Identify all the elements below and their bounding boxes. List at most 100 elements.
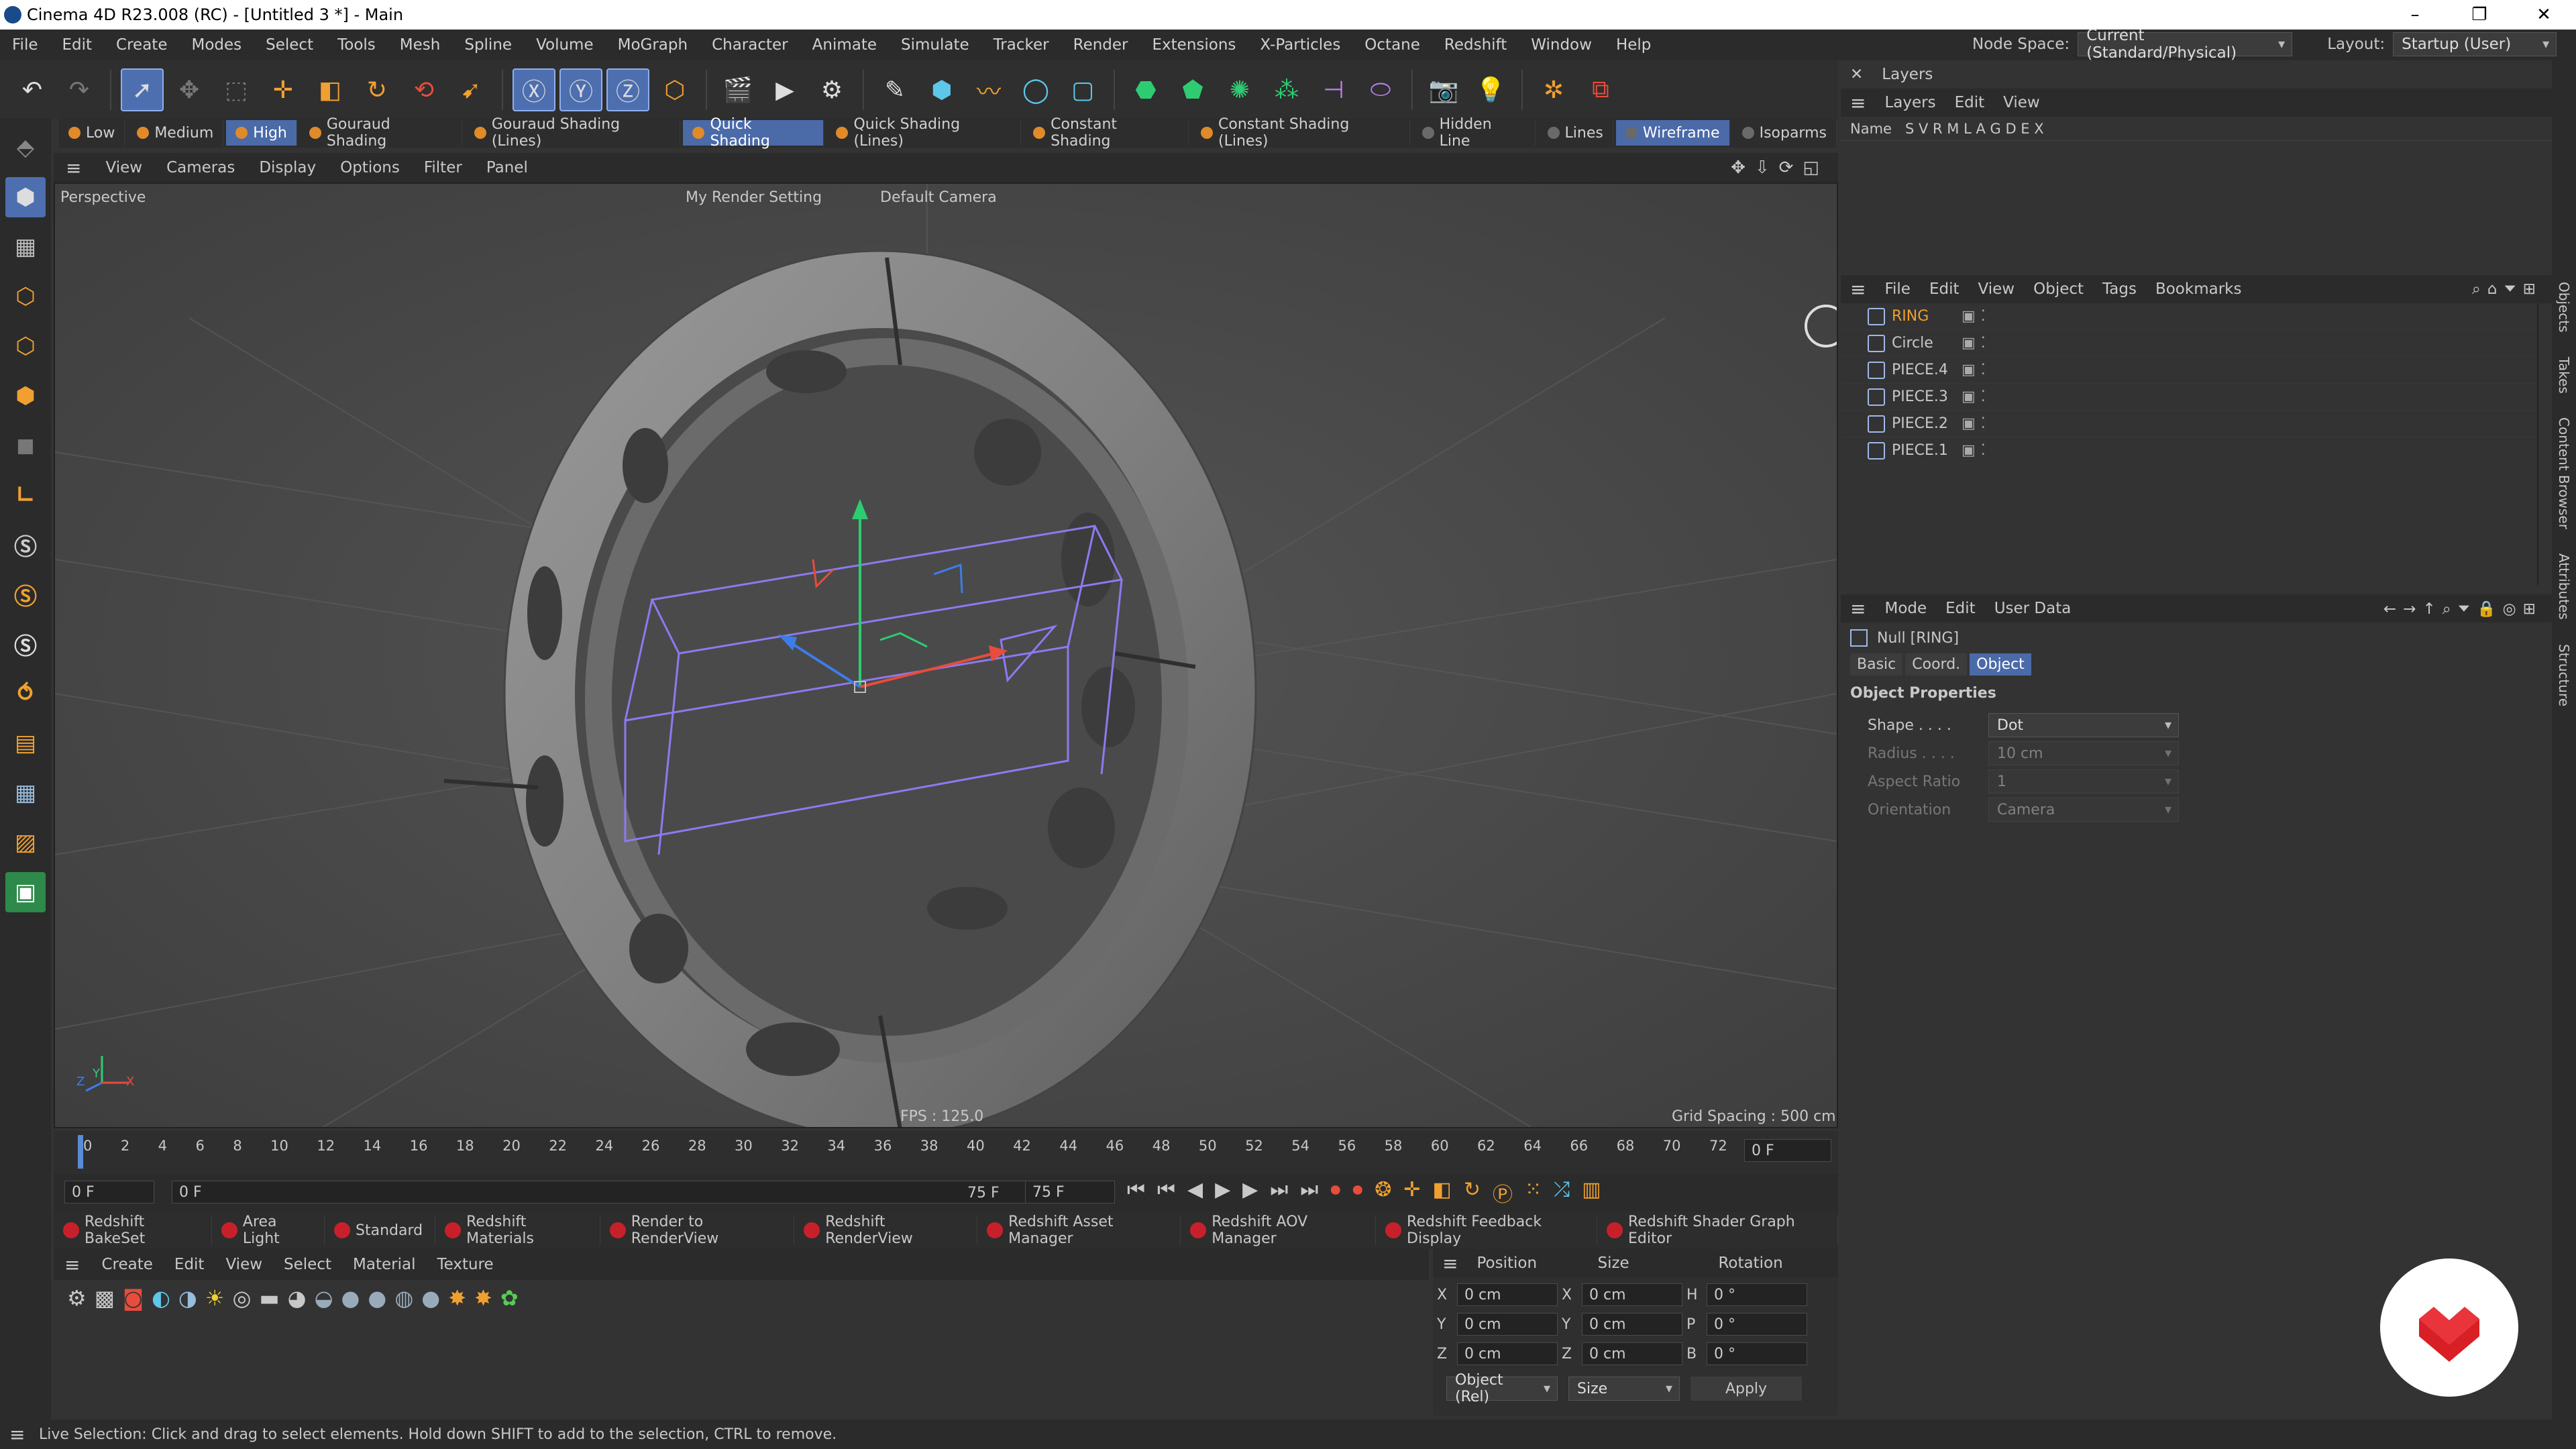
coord-position-field[interactable]: 0 cm bbox=[1457, 1313, 1558, 1336]
shading-high[interactable]: High bbox=[226, 120, 297, 146]
range-start-field[interactable]: 0 F bbox=[172, 1181, 1051, 1203]
menu-redshift[interactable]: Redshift bbox=[1432, 36, 1519, 54]
z-axis-lock-icon[interactable]: Ⓩ bbox=[606, 68, 649, 111]
mat-preview-2-icon[interactable]: ● bbox=[341, 1285, 360, 1311]
render-to-renderview-button[interactable]: Render to RenderView bbox=[600, 1214, 795, 1247]
tab-object[interactable]: Object bbox=[1970, 653, 2031, 676]
extrude-icon[interactable]: ▢ bbox=[1061, 68, 1104, 111]
x-axis-lock-icon[interactable]: Ⓧ bbox=[513, 68, 555, 111]
shading-hidden-line[interactable]: Hidden Line bbox=[1413, 116, 1536, 150]
redshift-aov-manager-button[interactable]: Redshift AOV Manager bbox=[1181, 1214, 1377, 1247]
material-sphere-2-icon[interactable]: ◑ bbox=[178, 1285, 197, 1311]
model-mode-icon[interactable]: ⬢ bbox=[5, 177, 46, 217]
timeline-playhead[interactable] bbox=[78, 1135, 83, 1169]
attributes-hamburger-icon[interactable]: ≡ bbox=[1841, 598, 1875, 620]
key-rotation-icon[interactable]: ↻ bbox=[1464, 1178, 1481, 1208]
end-frame-field[interactable]: 75 F bbox=[1025, 1181, 1115, 1203]
menu-help[interactable]: Help bbox=[1604, 36, 1663, 54]
menu-tools[interactable]: Tools bbox=[325, 36, 388, 54]
menu-select[interactable]: Select bbox=[254, 36, 325, 54]
undo-icon[interactable]: ↶ bbox=[11, 68, 54, 111]
checker-icon[interactable]: ▩ bbox=[95, 1285, 115, 1311]
menu-volume[interactable]: Volume bbox=[524, 36, 606, 54]
shading-constant[interactable]: Constant Shading bbox=[1024, 116, 1189, 150]
shading-gouraud-lines[interactable]: Gouraud Shading (Lines) bbox=[465, 116, 681, 150]
xp-material-icon[interactable]: ✸ bbox=[448, 1285, 466, 1311]
menu-render[interactable]: Render bbox=[1061, 36, 1140, 54]
visibility-toggle-icon[interactable]: ▣⁚ bbox=[1962, 442, 1991, 459]
node-space-dropdown[interactable]: Current (Standard/Physical) bbox=[2078, 27, 2293, 62]
move-tool-icon[interactable]: ✛ bbox=[262, 68, 305, 111]
shading-quick[interactable]: Quick Shading bbox=[683, 116, 824, 150]
material-hamburger-icon[interactable]: ≡ bbox=[54, 1254, 91, 1276]
camera-icon[interactable]: 📷 bbox=[1422, 68, 1465, 111]
layers-hamburger-icon[interactable]: ≡ bbox=[1841, 92, 1875, 114]
move-handle-icon[interactable]: ✥ bbox=[168, 68, 211, 111]
key-position-icon[interactable]: ✛ bbox=[1403, 1178, 1420, 1208]
attributes-menu-mode[interactable]: Mode bbox=[1875, 600, 1936, 617]
xp-material-2-icon[interactable]: ✸ bbox=[474, 1285, 492, 1311]
objects-menu-object[interactable]: Object bbox=[2024, 280, 2093, 298]
coord-hamburger-icon[interactable]: ≡ bbox=[1433, 1252, 1467, 1275]
coord-size-field[interactable]: 0 cm bbox=[1582, 1283, 1682, 1306]
side-tab[interactable]: Objects bbox=[2556, 282, 2572, 333]
shader-ball-icon[interactable]: ◕ bbox=[288, 1285, 307, 1311]
coord-rotation-field[interactable]: 0 ° bbox=[1707, 1313, 1807, 1336]
mat-preview-1-icon[interactable]: ◒ bbox=[315, 1285, 333, 1311]
object-row[interactable]: PIECE.4 ▣⁚ bbox=[1841, 357, 2537, 384]
shading-isoparms[interactable]: Isoparms bbox=[1733, 120, 1837, 146]
object-row[interactable]: RING ▣⁚ bbox=[1841, 303, 2537, 330]
side-tab[interactable]: Content Browser bbox=[2556, 417, 2572, 529]
cube-icon[interactable]: ⬢ bbox=[920, 68, 963, 111]
goto-start-icon[interactable]: ⏮ bbox=[1127, 1178, 1145, 1208]
objects-menu-edit[interactable]: Edit bbox=[1920, 280, 1969, 298]
keyframe-selection-icon[interactable]: ❂ bbox=[1375, 1178, 1391, 1208]
scheme-icon[interactable]: ⤮ bbox=[1554, 1178, 1570, 1208]
grid-icon[interactable]: ▨ bbox=[5, 822, 46, 863]
menu-file[interactable]: File bbox=[0, 36, 50, 54]
standard-button[interactable]: Standard bbox=[325, 1216, 436, 1245]
menu-x-particles[interactable]: X-Particles bbox=[1248, 36, 1352, 54]
step-forward-icon[interactable]: ▶ bbox=[1242, 1178, 1258, 1208]
polygons-mode-icon[interactable]: ⬢ bbox=[5, 376, 46, 416]
sun-icon[interactable]: ☀ bbox=[205, 1285, 225, 1311]
menu-edit[interactable]: Edit bbox=[50, 36, 105, 54]
psr-icon[interactable]: ⟲ bbox=[402, 68, 445, 111]
menu-mograph[interactable]: MoGraph bbox=[606, 36, 700, 54]
recent-tool-icon[interactable]: ➹ bbox=[449, 68, 492, 111]
redshift-feedback-display-button[interactable]: Redshift Feedback Display bbox=[1376, 1214, 1597, 1247]
material-menu-edit[interactable]: Edit bbox=[164, 1256, 215, 1273]
play-icon[interactable]: ▶ bbox=[1215, 1178, 1230, 1208]
snap-settings-icon[interactable]: Ⓢ bbox=[5, 574, 46, 614]
coord-rotation-field[interactable]: 0 ° bbox=[1707, 1342, 1807, 1365]
locked-workplane-icon[interactable]: ▦ bbox=[5, 773, 46, 813]
current-frame-field[interactable]: 0 F bbox=[1744, 1139, 1831, 1162]
goto-end-icon[interactable]: ⏭ bbox=[1300, 1178, 1318, 1208]
coord-size-field[interactable]: 0 cm bbox=[1582, 1313, 1682, 1336]
material-sphere-icon[interactable]: ◐ bbox=[152, 1285, 170, 1311]
viewport-menu-panel[interactable]: Panel bbox=[474, 159, 540, 176]
material-menu-material[interactable]: Material bbox=[342, 1256, 426, 1273]
live-selection-icon[interactable]: ➚ bbox=[121, 68, 164, 111]
select-mode-icon[interactable]: ⬚ bbox=[215, 68, 258, 111]
objects-hamburger-icon[interactable]: ≡ bbox=[1841, 278, 1875, 301]
snap-mode-icon[interactable]: Ⓢ bbox=[5, 624, 46, 664]
redshift-renderview-button[interactable]: Redshift RenderView bbox=[794, 1214, 978, 1247]
layers-menu-layers[interactable]: Layers bbox=[1875, 94, 1945, 111]
record-icon[interactable]: ⏺ bbox=[1330, 1178, 1340, 1208]
shading-medium[interactable]: Medium bbox=[127, 120, 224, 146]
viewport-menu-filter[interactable]: Filter bbox=[412, 159, 474, 176]
objects-menu-bookmarks[interactable]: Bookmarks bbox=[2146, 280, 2251, 298]
render-view-icon[interactable]: 🎬 bbox=[716, 68, 759, 111]
xparticles-emitter-icon[interactable]: ⧉ bbox=[1579, 68, 1622, 111]
disc-icon[interactable]: ◎ bbox=[233, 1285, 252, 1311]
redshift-materials-button[interactable]: Redshift Materials bbox=[435, 1214, 600, 1247]
shading-quick-lines[interactable]: Quick Shading (Lines) bbox=[826, 116, 1022, 150]
key-pla-icon[interactable]: ⁙ bbox=[1525, 1178, 1542, 1208]
side-tab[interactable]: Structure bbox=[2556, 644, 2572, 706]
objects-menu-tags[interactable]: Tags bbox=[2093, 280, 2146, 298]
tab-basic[interactable]: Basic bbox=[1850, 653, 1903, 676]
coord-position-field[interactable]: 0 cm bbox=[1457, 1283, 1558, 1306]
viewport-menu-cameras[interactable]: Cameras bbox=[154, 159, 247, 176]
render-picture-viewer-icon[interactable]: ▶ bbox=[763, 68, 806, 111]
